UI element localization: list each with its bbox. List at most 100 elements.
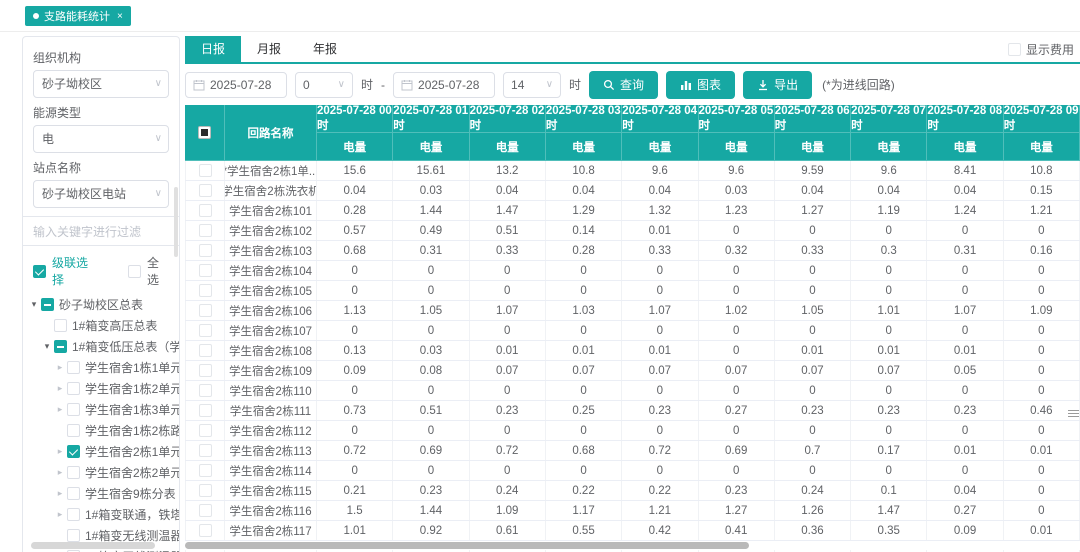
row-checkbox[interactable]: [199, 304, 212, 317]
tree-checkbox[interactable]: [67, 403, 80, 416]
start-date-input[interactable]: 2025-07-28: [185, 72, 287, 98]
tree-item[interactable]: ▸学生宿舍2栋2单元分表: [23, 462, 179, 483]
tree-item[interactable]: ▸学生宿舍1栋1单元分表: [23, 357, 179, 378]
caret-right-icon[interactable]: ▸: [53, 509, 67, 520]
show-cost-checkbox[interactable]: [1008, 43, 1021, 56]
row-checkbox[interactable]: [199, 364, 212, 377]
caret-right-icon[interactable]: ▸: [53, 404, 67, 415]
row-checkbox[interactable]: [199, 264, 212, 277]
value-cell: 0: [699, 461, 775, 480]
tree-checkbox[interactable]: [67, 466, 80, 479]
caret-down-icon[interactable]: ▾: [27, 299, 41, 310]
value-cell: 0.03: [699, 181, 775, 200]
header-select-all-checkbox[interactable]: [198, 126, 211, 139]
tree-checkbox[interactable]: [54, 319, 67, 332]
row-checkbox[interactable]: [199, 464, 212, 477]
chart-button[interactable]: 图表: [666, 71, 735, 99]
row-checkbox[interactable]: [199, 344, 212, 357]
value-cell: 0: [851, 281, 927, 300]
start-hour-select[interactable]: 0 ∨: [295, 72, 353, 98]
tree-item[interactable]: 学生宿舍1栋2栋路灯和收发室: [23, 420, 179, 441]
tree-item-label: 1#箱变联通，铁塔分表: [85, 506, 179, 523]
tree-checkbox[interactable]: [67, 361, 80, 374]
sidebar-horizontal-scrollbar[interactable]: [31, 542, 155, 549]
value-cell: 1.5: [317, 501, 393, 520]
row-checkbox[interactable]: [199, 404, 212, 417]
export-button[interactable]: 导出: [743, 71, 812, 99]
tree-checkbox[interactable]: [67, 424, 80, 437]
tree-item[interactable]: ▾砂子坳校区总表: [23, 294, 179, 315]
row-checkbox[interactable]: [199, 204, 212, 217]
row-checkbox[interactable]: [199, 484, 212, 497]
row-checkbox[interactable]: [199, 524, 212, 537]
value-cell: 0.03: [393, 181, 469, 200]
cascade-checkbox[interactable]: [33, 265, 46, 278]
caret-down-icon[interactable]: ▾: [40, 341, 54, 352]
tree-item[interactable]: ▸学生宿舍9栋分表: [23, 483, 179, 504]
row-checkbox[interactable]: [199, 424, 212, 437]
tab-yearly[interactable]: 年报: [297, 36, 353, 62]
tree-item[interactable]: ▸学生宿舍1栋3单元分表: [23, 399, 179, 420]
report-tabs: 日报 月报 年报 显示费用: [185, 36, 1080, 64]
tree-checkbox[interactable]: [67, 487, 80, 500]
value-cell: 1.27: [775, 201, 851, 220]
tree-item[interactable]: ▾1#箱变低压总表（学生宿舍1,2,9栋）: [23, 336, 179, 357]
end-date-input[interactable]: 2025-07-28: [393, 72, 495, 98]
tree-item[interactable]: ▸学生宿舍1栋2单元分表: [23, 378, 179, 399]
value-cell: 1.32: [622, 201, 698, 220]
station-select[interactable]: 砂子坳校区电站 ∨: [33, 180, 169, 208]
table-row: 学生宿舍2栋1161.51.441.091.171.211.271.261.47…: [185, 501, 1080, 521]
value-cell: 0.04: [927, 481, 1003, 500]
query-button[interactable]: 查询: [589, 71, 658, 99]
value-cell: 0: [1004, 461, 1080, 480]
close-icon[interactable]: ×: [117, 11, 123, 22]
sub-header-energy: 电量: [927, 133, 1003, 161]
caret-right-icon[interactable]: ▸: [53, 467, 67, 478]
row-checkbox[interactable]: [199, 284, 212, 297]
value-cell: 0.23: [622, 401, 698, 420]
column-settings-icon[interactable]: [1068, 408, 1079, 419]
tree-checkbox[interactable]: [67, 445, 80, 458]
value-cell: 1.27: [699, 501, 775, 520]
row-checkbox[interactable]: [199, 244, 212, 257]
select-all-checkbox[interactable]: [128, 265, 141, 278]
row-checkbox[interactable]: [199, 384, 212, 397]
tree-item[interactable]: ▸学生宿舍2栋1单元分表: [23, 441, 179, 462]
caret-right-icon[interactable]: ▸: [53, 446, 67, 457]
tree-checkbox[interactable]: [54, 340, 67, 353]
tree-checkbox[interactable]: [67, 508, 80, 521]
circuit-name-cell: 学生宿舍2栋105: [225, 281, 317, 300]
value-cell: 0: [1004, 501, 1080, 520]
tab-monthly[interactable]: 月报: [241, 36, 297, 62]
tree-checkbox[interactable]: [67, 382, 80, 395]
caret-right-icon[interactable]: ▸: [53, 383, 67, 394]
row-checkbox[interactable]: [199, 184, 212, 197]
energy-select[interactable]: 电 ∨: [33, 125, 169, 153]
value-cell: 0.24: [775, 481, 851, 500]
sub-header-energy: 电量: [1004, 133, 1080, 161]
row-checkbox[interactable]: [199, 444, 212, 457]
value-cell: 0: [622, 261, 698, 280]
sidebar-vertical-scrollbar[interactable]: [174, 187, 178, 257]
caret-right-icon[interactable]: ▸: [53, 488, 67, 499]
table-horizontal-scrollbar[interactable]: [185, 541, 1080, 550]
value-cell: 0: [927, 421, 1003, 440]
tab-daily[interactable]: 日报: [185, 36, 241, 62]
end-hour-select[interactable]: 14 ∨: [503, 72, 561, 98]
tree-item[interactable]: 1#箱变高压总表: [23, 315, 179, 336]
caret-right-icon[interactable]: ▸: [53, 362, 67, 373]
row-checkbox[interactable]: [199, 164, 212, 177]
active-page-tab[interactable]: 支路能耗统计 ×: [25, 6, 131, 26]
org-select[interactable]: 砂子坳校区 ∨: [33, 70, 169, 98]
row-checkbox[interactable]: [199, 324, 212, 337]
tree-item[interactable]: ▸ 1#箱变联通，铁塔分表: [23, 504, 179, 525]
tree-checkbox[interactable]: [67, 529, 80, 542]
tree-checkbox[interactable]: [41, 298, 54, 311]
sub-header-energy: 电量: [775, 133, 851, 161]
value-cell: 1.19: [851, 201, 927, 220]
row-checkbox[interactable]: [199, 224, 212, 237]
tree-filter-input[interactable]: 输入关键字进行过滤: [23, 216, 179, 246]
row-checkbox[interactable]: [199, 504, 212, 517]
value-cell: 0.27: [699, 401, 775, 420]
scrollbar-thumb[interactable]: [185, 542, 749, 549]
